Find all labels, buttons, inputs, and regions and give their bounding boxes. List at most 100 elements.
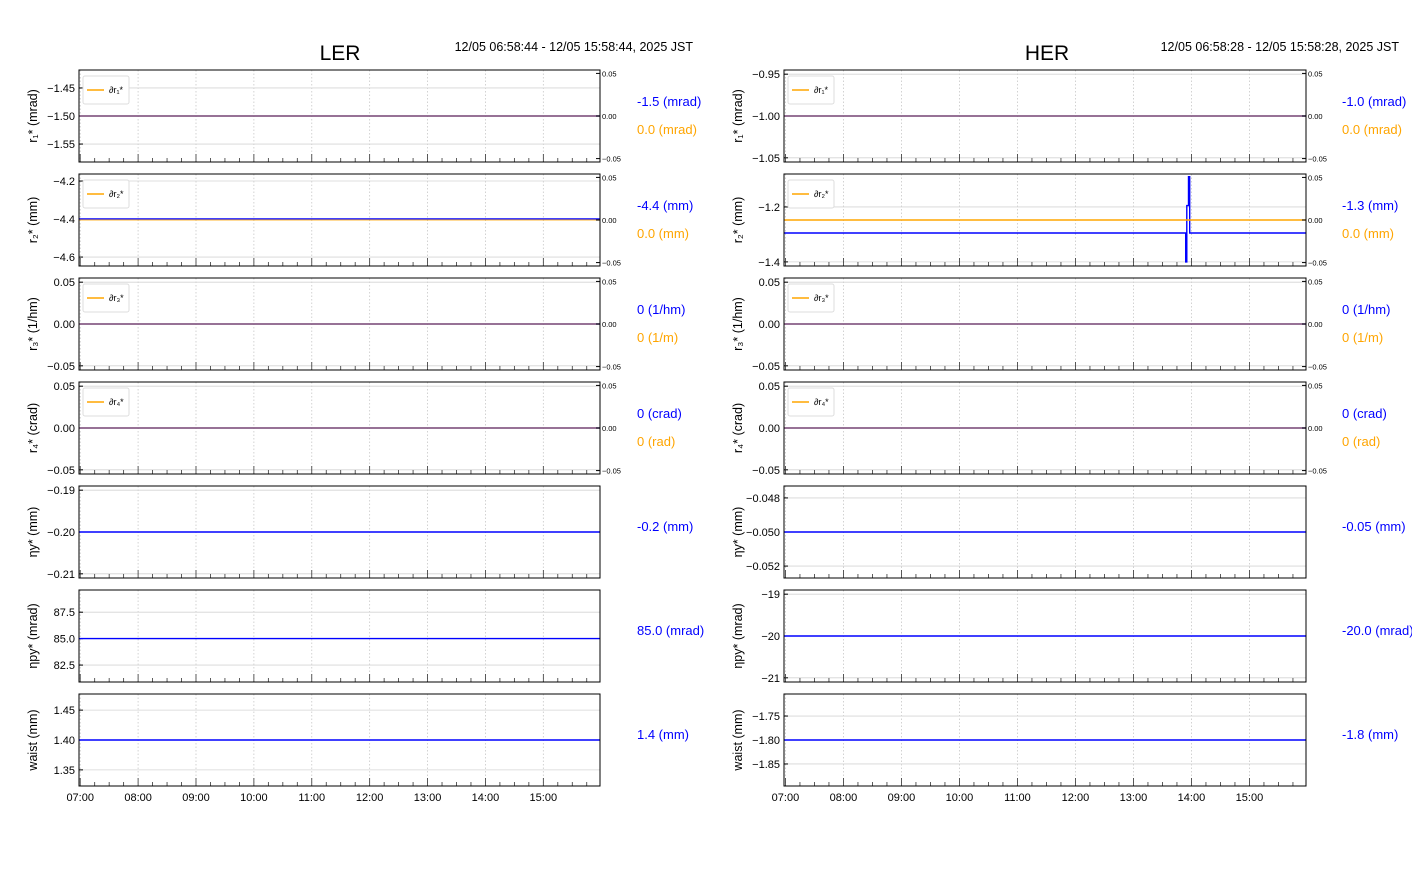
y-tick-label: 0.05 xyxy=(759,277,780,289)
right-y-tick-label: 0.05 xyxy=(1308,173,1323,182)
legend-label: ∂r₁* xyxy=(814,85,828,95)
legend: ∂r₃* xyxy=(82,283,130,313)
right-y-tick-label: −0.05 xyxy=(602,259,621,268)
y-axis-label: r₃* (1/hm) xyxy=(731,297,745,351)
right-y-tick-label: 0.05 xyxy=(1308,277,1323,286)
x-tick-label: 11:00 xyxy=(1004,792,1031,804)
right-y-tick-label: −0.05 xyxy=(1308,467,1327,476)
readout-value: 0.0 (mm) xyxy=(1342,226,1394,241)
right-y-tick-label: 0.00 xyxy=(602,216,617,225)
y-tick-label: −1.75 xyxy=(752,711,780,723)
x-tick-label: 07:00 xyxy=(772,792,800,804)
legend: ∂r₂* xyxy=(787,179,835,209)
panel: −0.048 −0.050 −0.052ηy* (mm) -0.05 (mm) xyxy=(731,485,1406,579)
y-tick-label: −1.05 xyxy=(752,153,780,165)
x-tick-label: 14:00 xyxy=(472,792,500,804)
y-tick-label: −20 xyxy=(761,631,780,643)
right-y-tick-label: −0.05 xyxy=(1308,259,1327,268)
readout-value: -1.5 (mrad) xyxy=(637,94,701,109)
legend-label: ∂r₄* xyxy=(814,397,829,407)
y-axis-label: r₃* (1/hm) xyxy=(26,297,40,351)
y-tick-label: −1.00 xyxy=(752,111,780,123)
x-tick-label: 08:00 xyxy=(830,792,858,804)
y-tick-label: −4.4 xyxy=(53,214,75,226)
x-tick-label: 12:00 xyxy=(1062,792,1090,804)
panel: 0.05 0.00 −0.05 0.05 0.00 −0.05 ∂r₃* r₃* (1/hm)… xyxy=(26,277,685,373)
right-y-tick-label: −0.05 xyxy=(602,467,621,476)
right-y-tick-label: 0.00 xyxy=(1308,216,1323,225)
right-y-tick-label: 0.05 xyxy=(602,173,617,182)
y-tick-label: −0.95 xyxy=(752,69,780,81)
y-axis-label: r₁* (mrad) xyxy=(26,89,40,143)
beam-monitor-figure: LER 12/05 06:58:44 - 12/05 15:58:44, 2025… xyxy=(26,40,1412,804)
right-y-tick-label: 0.00 xyxy=(1308,424,1323,433)
panel: −0.19 −0.20 −0.21 ηy* (mm) -0.2 (mm) xyxy=(26,485,693,581)
y-tick-label: 0.00 xyxy=(759,423,780,435)
x-tick-label: 11:00 xyxy=(298,792,325,804)
y-tick-label: −1.85 xyxy=(752,759,780,771)
y-tick-label: −19 xyxy=(761,589,780,601)
readout-value: 0.0 (mrad) xyxy=(1342,122,1402,137)
readout-value: 0 (1/m) xyxy=(1342,330,1383,345)
legend-label: ∂r₃* xyxy=(109,293,124,303)
y-tick-label: −1.55 xyxy=(47,139,75,151)
y-tick-label: −1.4 xyxy=(758,257,780,269)
panel: 0.05 0.00 −0.05 0.05 0.00 −0.05 ∂r₃* r₃* (1/hm)… xyxy=(731,277,1390,373)
y-tick-label: 1.45 xyxy=(54,705,75,717)
y-tick-label: −0.05 xyxy=(47,361,75,373)
y-tick-label: −0.20 xyxy=(47,527,75,539)
right-y-tick-label: 0.05 xyxy=(1308,381,1323,390)
x-tick-label: 10:00 xyxy=(946,792,974,804)
right-y-tick-label: 0.05 xyxy=(1308,69,1323,78)
legend: ∂r₄* xyxy=(787,387,835,417)
right-y-tick-label: −0.05 xyxy=(1308,363,1327,372)
y-tick-label: −0.050 xyxy=(746,527,780,539)
panel: 0.05 0.00 −0.05 0.05 0.00 −0.05 ∂r₄* r₄* (crad)… xyxy=(731,381,1387,477)
y-tick-label: −1.2 xyxy=(758,202,780,214)
y-tick-label: 1.40 xyxy=(54,735,75,747)
readout-value: 0 (1/hm) xyxy=(637,302,685,317)
right-y-tick-label: 0.00 xyxy=(602,320,617,329)
y-tick-label: 87.5 xyxy=(54,607,75,619)
right-y-tick-label: 0.00 xyxy=(1308,320,1323,329)
right-y-tick-label: 0.05 xyxy=(602,69,617,78)
panel: −1.2 −1.4 0.05 0.00 −0.05 ∂r₂* r₂* (mm) -1.3 (m… xyxy=(731,173,1398,268)
y-tick-label: −0.21 xyxy=(47,569,75,581)
right-y-tick-label: 0.05 xyxy=(602,277,617,286)
x-tick-label: 13:00 xyxy=(414,792,442,804)
y-tick-label: −0.19 xyxy=(47,485,75,497)
readout-value: -1.0 (mrad) xyxy=(1342,94,1406,109)
readout-value: -1.3 (mm) xyxy=(1342,198,1398,213)
panel: −0.95 −1.00 −1.05 0.05 0.00 −0.05 ∂r₁* r₁* (mra… xyxy=(731,69,1406,165)
readout-value: 0 (rad) xyxy=(637,434,675,449)
y-tick-label: 0.00 xyxy=(54,423,75,435)
legend-label: ∂r₃* xyxy=(814,293,829,303)
readout-value: 1.4 (mm) xyxy=(637,727,689,742)
right-y-tick-label: 0.05 xyxy=(602,381,617,390)
y-axis-label: ηy* (mm) xyxy=(26,507,40,558)
y-tick-label: −0.05 xyxy=(752,361,780,373)
readout-value: -1.8 (mm) xyxy=(1342,727,1398,742)
y-axis-label: ηpy* (mrad) xyxy=(26,603,40,668)
x-tick-label: 13:00 xyxy=(1120,792,1148,804)
series-line-r2* xyxy=(784,175,1306,263)
y-axis-label: waist (mm) xyxy=(731,709,745,771)
y-tick-label: 0.00 xyxy=(54,319,75,331)
y-tick-label: −1.80 xyxy=(752,735,780,747)
time-range: 12/05 06:58:28 - 12/05 15:58:28, 2025 JS… xyxy=(1161,40,1400,54)
y-axis-label: ηy* (mm) xyxy=(731,507,745,558)
y-tick-label: −4.2 xyxy=(53,176,75,188)
legend-label: ∂r₂* xyxy=(814,189,829,199)
y-tick-label: −1.45 xyxy=(47,83,75,95)
panel: −1.75 −1.80 −1.85 waist (mm) -1.8 (mm) 07:00 0… xyxy=(731,693,1398,804)
x-tick-label: 14:00 xyxy=(1178,792,1206,804)
readout-value: 0.0 (mm) xyxy=(637,226,689,241)
y-tick-label: −0.05 xyxy=(752,465,780,477)
legend-label: ∂r₁* xyxy=(109,85,123,95)
panel: 87.5 85.0 82.5 ηpy* (mrad) 85.0 (mrad) xyxy=(26,589,704,683)
right-y-tick-label: 0.00 xyxy=(1308,112,1323,121)
legend: ∂r₁* xyxy=(787,75,835,105)
legend-label: ∂r₄* xyxy=(109,397,124,407)
y-tick-label: 0.05 xyxy=(759,381,780,393)
readout-value: 0 (crad) xyxy=(1342,406,1387,421)
